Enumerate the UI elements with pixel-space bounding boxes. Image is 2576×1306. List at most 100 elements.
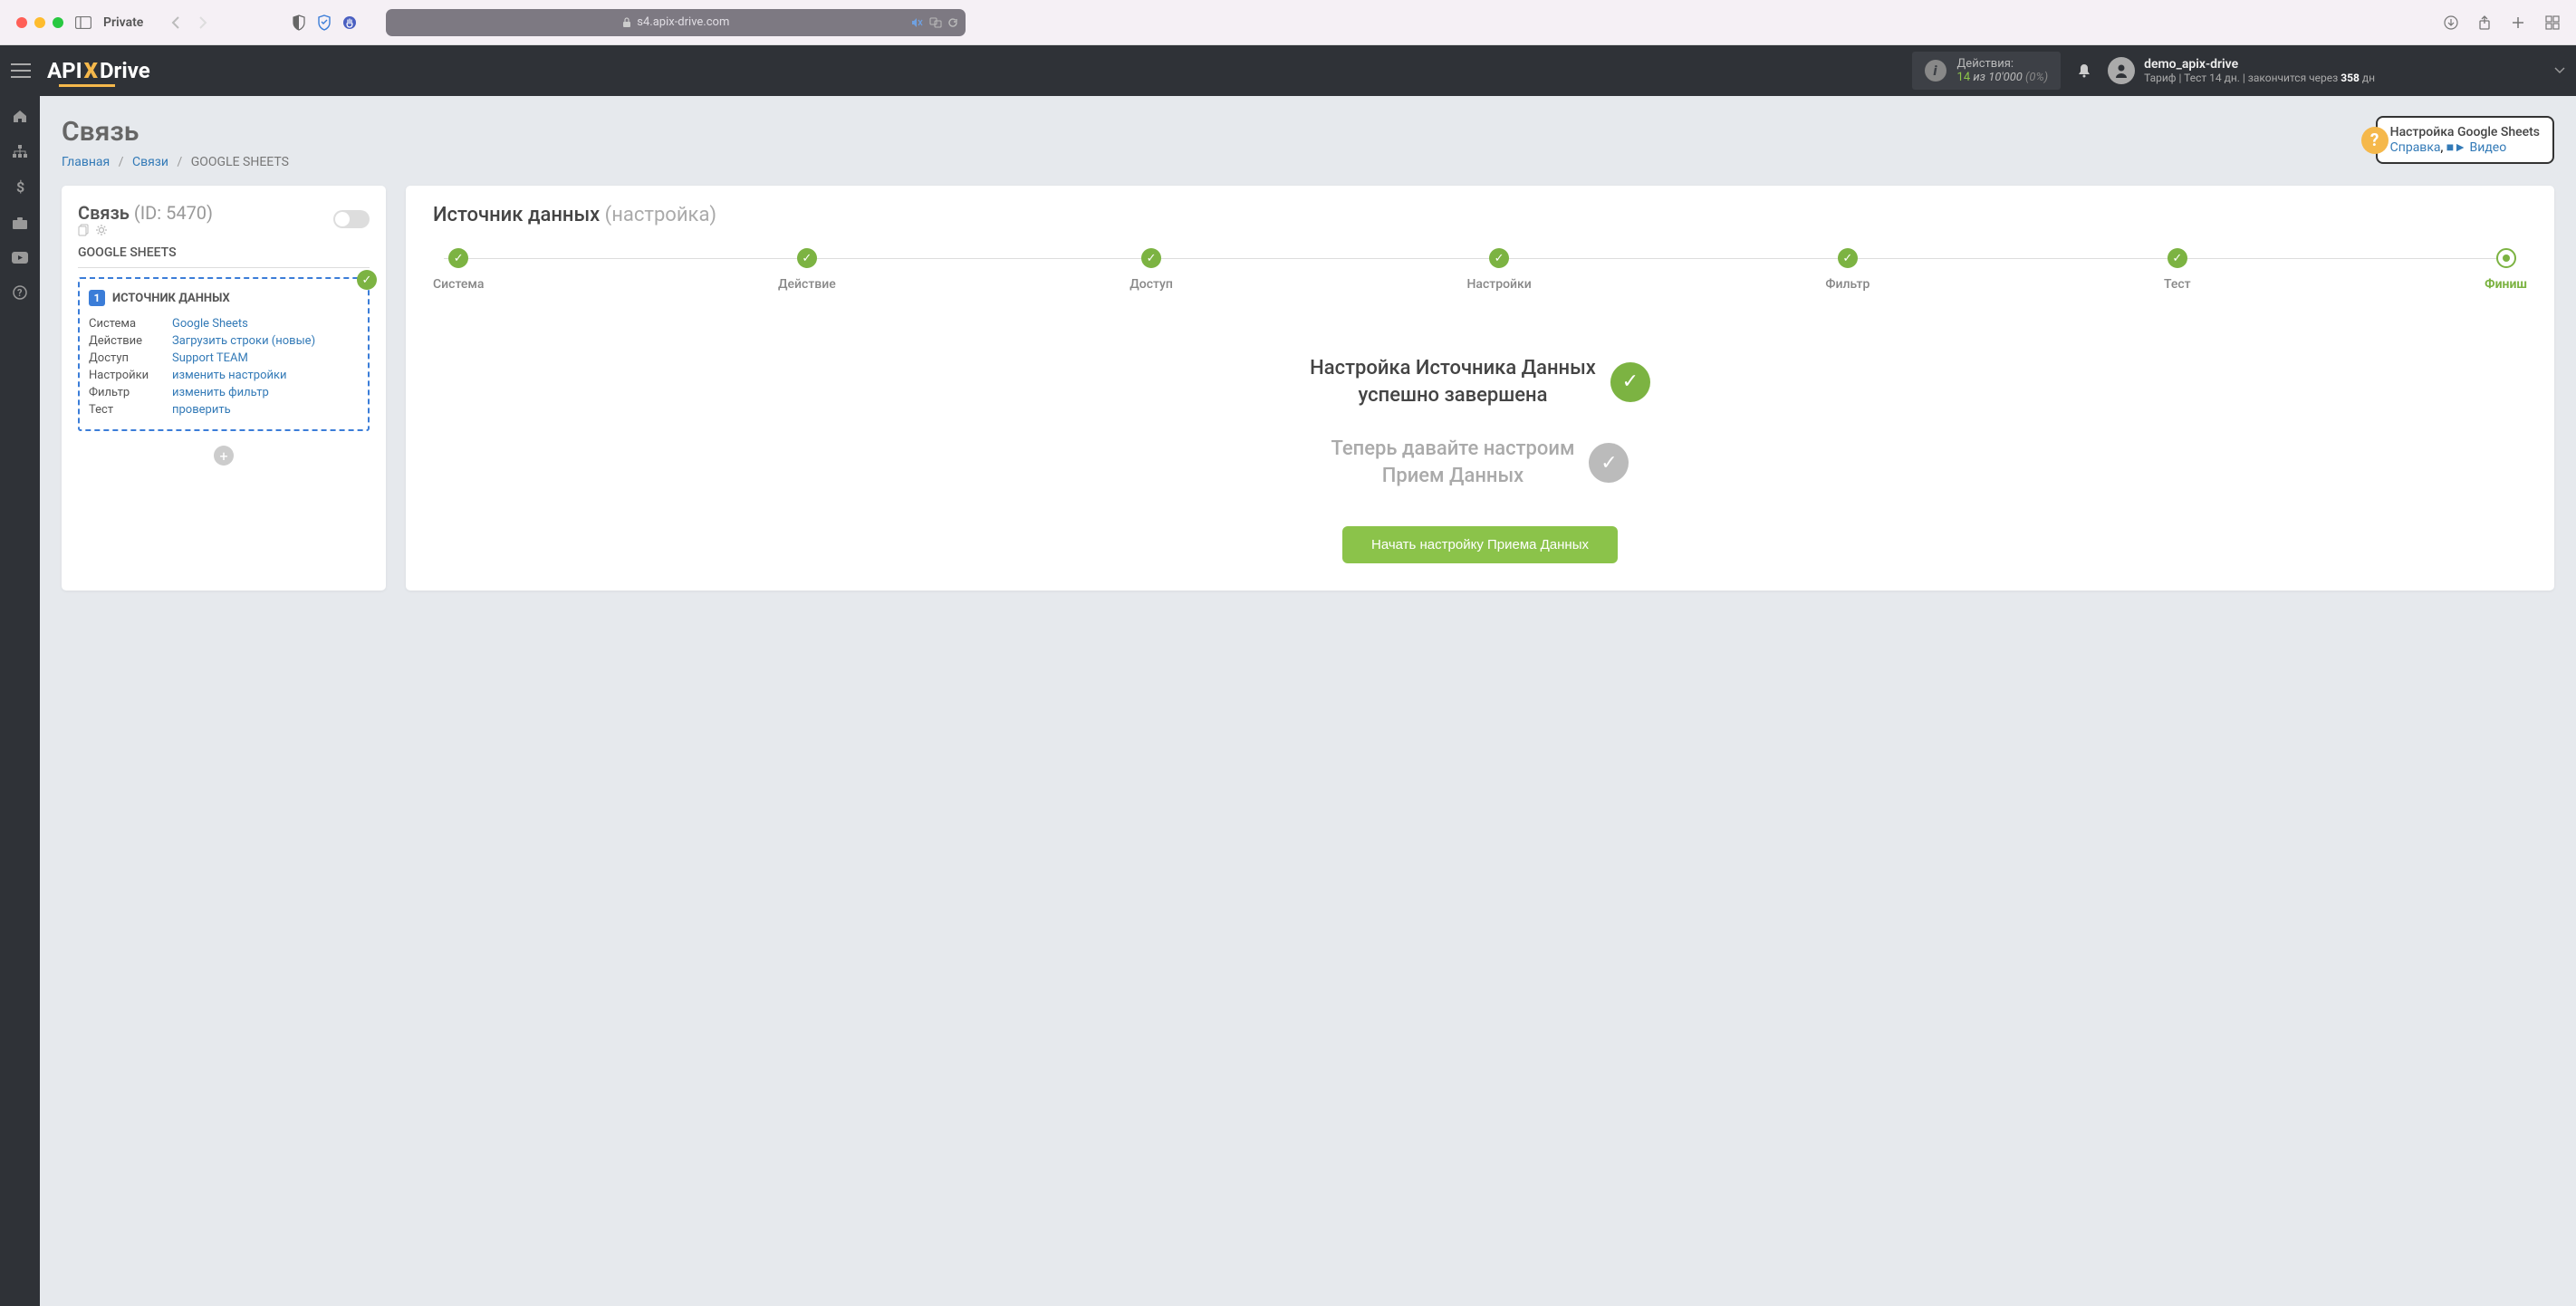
maximize-window-icon[interactable] bbox=[53, 17, 63, 28]
breadcrumb-links[interactable]: Связи bbox=[132, 155, 168, 169]
forward-button[interactable] bbox=[197, 15, 208, 30]
card-title: ИСТОЧНИК ДАННЫХ bbox=[112, 292, 230, 305]
shield-check-icon[interactable] bbox=[317, 14, 332, 31]
row-key: Настройки bbox=[89, 369, 161, 382]
avatar-icon bbox=[2108, 57, 2135, 84]
content-area: Связь Главная / Связи / GOOGLE SHEETS ? … bbox=[40, 96, 2576, 1306]
youtube-icon[interactable] bbox=[12, 252, 28, 264]
mute-icon[interactable] bbox=[911, 17, 924, 28]
row-val-settings[interactable]: изменить настройки bbox=[172, 369, 287, 382]
row-key: Тест bbox=[89, 403, 161, 417]
help-title: Настройка Google Sheets bbox=[2390, 125, 2540, 139]
actions-label: Действия: bbox=[1957, 57, 2049, 71]
chrome-right-icons bbox=[2444, 15, 2560, 30]
browser-chrome: Private s4.apix-drive.com bbox=[0, 0, 2576, 45]
add-button[interactable]: + bbox=[214, 446, 234, 466]
logo-api: API bbox=[47, 58, 82, 83]
row-key: Доступ bbox=[89, 351, 161, 365]
actions-of: из bbox=[1970, 71, 1988, 84]
minimize-window-icon[interactable] bbox=[34, 17, 45, 28]
svg-text:?: ? bbox=[17, 287, 23, 299]
chevron-down-icon[interactable] bbox=[2554, 67, 2565, 74]
urlbar-right-icons bbox=[911, 17, 958, 28]
step-settings[interactable]: ✓Настройки bbox=[1466, 248, 1531, 292]
connections-icon[interactable] bbox=[12, 145, 28, 158]
gear-icon[interactable] bbox=[95, 224, 108, 236]
help-video-link[interactable]: Видео bbox=[2470, 140, 2507, 155]
status-next: Теперь давайте настроим Прием Данных ✓ bbox=[1331, 436, 1629, 489]
bell-icon[interactable] bbox=[2077, 62, 2091, 79]
done-line1: Настройка Источника Данных bbox=[1310, 355, 1596, 382]
actions-pct: (0%) bbox=[2023, 71, 2048, 84]
status-done: Настройка Источника Данных успешно завер… bbox=[1310, 355, 1650, 408]
page-title: Связь bbox=[62, 116, 289, 148]
actions-used: 14 bbox=[1957, 71, 1971, 84]
breadcrumb-home[interactable]: Главная bbox=[62, 155, 110, 169]
share-icon[interactable] bbox=[2478, 15, 2491, 30]
back-button[interactable] bbox=[170, 15, 181, 30]
hand-icon[interactable] bbox=[342, 14, 357, 31]
done-line2: успешно завершена bbox=[1310, 382, 1596, 409]
breadcrumb: Главная / Связи / GOOGLE SHEETS bbox=[62, 155, 289, 169]
logo-x-icon: X bbox=[84, 58, 98, 83]
menu-button[interactable] bbox=[11, 63, 31, 78]
left-panel: Связь (ID: 5470) GOOGLE SHEETS ✓ 1 ИС bbox=[62, 186, 386, 591]
breadcrumb-current: GOOGLE SHEETS bbox=[191, 155, 289, 169]
logo-drive: Drive bbox=[100, 58, 150, 83]
stepper: ✓Система ✓Действие ✓Доступ ✓Настройки ✓Ф… bbox=[433, 248, 2527, 292]
video-icon: ■► bbox=[2446, 140, 2466, 155]
step-access[interactable]: ✓Доступ bbox=[1129, 248, 1173, 292]
copy-icon[interactable] bbox=[78, 224, 90, 236]
help-ref-link[interactable]: Справка bbox=[2390, 140, 2441, 155]
download-icon[interactable] bbox=[2444, 15, 2458, 30]
logo[interactable]: APIXDrive bbox=[47, 58, 150, 83]
start-receiver-setup-button[interactable]: Начать настройку Приема Данных bbox=[1342, 526, 1618, 563]
info-icon: i bbox=[1925, 60, 1946, 82]
security-icons bbox=[292, 14, 357, 31]
briefcase-icon[interactable] bbox=[12, 217, 28, 230]
row-val-access[interactable]: Support TEAM bbox=[172, 351, 248, 365]
row-val-test[interactable]: проверить bbox=[172, 403, 231, 417]
row-key: Система bbox=[89, 317, 161, 331]
step-filter[interactable]: ✓Фильтр bbox=[1825, 248, 1870, 292]
translate-icon[interactable] bbox=[929, 17, 942, 28]
nav-arrows bbox=[170, 15, 208, 30]
question-icon[interactable]: ? bbox=[2361, 127, 2389, 154]
row-val-filter[interactable]: изменить фильтр bbox=[172, 386, 269, 399]
tariff-text: Тариф | Тест 14 дн. | закончится через 3… bbox=[2144, 72, 2375, 84]
shield-half-icon[interactable] bbox=[292, 14, 306, 31]
url-bar[interactable]: s4.apix-drive.com bbox=[386, 9, 966, 36]
reload-icon[interactable] bbox=[947, 17, 958, 28]
right-panel: Источник данных (настройка) ✓Система ✓Де… bbox=[406, 186, 2554, 591]
url-text: s4.apix-drive.com bbox=[637, 15, 729, 29]
actions-total: 10'000 bbox=[1988, 71, 2023, 84]
dollar-icon[interactable]: $ bbox=[14, 179, 25, 196]
step-system[interactable]: ✓Система bbox=[433, 248, 484, 292]
next-line1: Теперь давайте настроим bbox=[1331, 436, 1575, 463]
actions-counter[interactable]: i Действия: 14 из 10'000 (0%) bbox=[1912, 52, 2062, 90]
row-val-system[interactable]: Google Sheets bbox=[172, 317, 248, 331]
app-header: APIXDrive i Действия: 14 из 10'000 (0%) … bbox=[0, 45, 2576, 96]
step-finish[interactable]: Финиш bbox=[2485, 248, 2527, 292]
help-icon[interactable]: ? bbox=[13, 285, 27, 300]
row-val-action[interactable]: Загрузить строки (новые) bbox=[172, 334, 315, 348]
step-action[interactable]: ✓Действие bbox=[778, 248, 836, 292]
lock-icon bbox=[622, 17, 631, 28]
step-test[interactable]: ✓Тест bbox=[2164, 248, 2191, 292]
private-label: Private bbox=[103, 15, 143, 30]
sidebar-toggle-icon[interactable] bbox=[74, 14, 92, 32]
tabs-icon[interactable] bbox=[2545, 15, 2560, 30]
badge-number: 1 bbox=[89, 290, 105, 306]
user-menu[interactable]: demo_apix-drive Тариф | Тест 14 дн. | за… bbox=[2108, 57, 2375, 84]
plus-icon[interactable] bbox=[2511, 15, 2525, 30]
window-controls bbox=[16, 17, 63, 28]
right-panel-title: Источник данных (настройка) bbox=[433, 204, 2527, 226]
check-icon: ✓ bbox=[357, 270, 377, 290]
check-circle-icon: ✓ bbox=[1610, 362, 1650, 402]
enable-toggle[interactable] bbox=[333, 210, 370, 228]
close-window-icon[interactable] bbox=[16, 17, 27, 28]
check-circle-gray-icon: ✓ bbox=[1589, 443, 1629, 483]
home-icon[interactable] bbox=[12, 109, 28, 123]
data-source-card[interactable]: ✓ 1 ИСТОЧНИК ДАННЫХ СистемаGoogle Sheets… bbox=[78, 277, 370, 431]
svg-text:$: $ bbox=[16, 179, 24, 196]
